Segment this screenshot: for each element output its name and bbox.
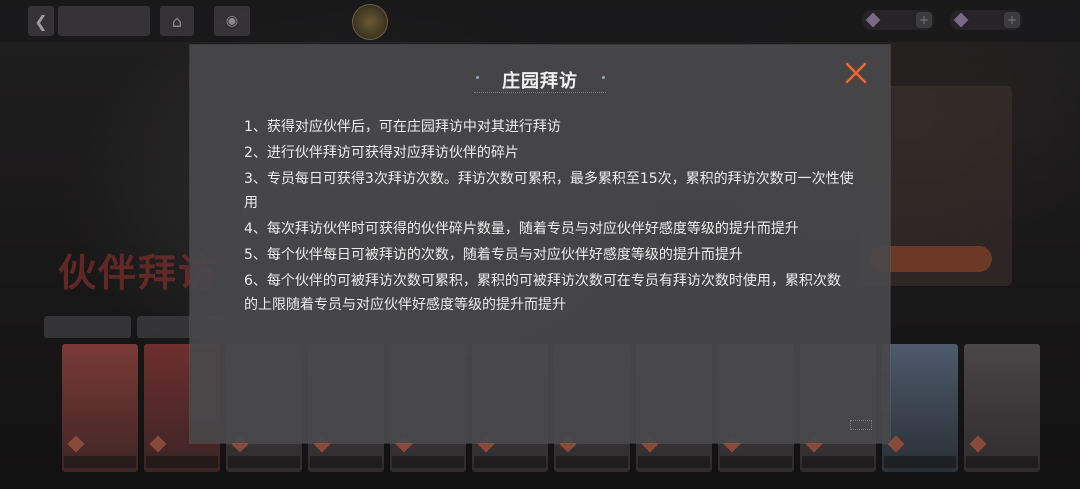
close-x-icon (845, 62, 867, 84)
partner-name-plate (392, 456, 464, 468)
heart-icon (149, 435, 167, 453)
rule-item: 2、进行伙伴拜访可获得对应拜访伙伴的碎片 (244, 145, 519, 161)
add-currency-button-2[interactable]: + (1004, 12, 1020, 28)
partner-name-plate (310, 456, 382, 468)
partner-name-plate (146, 456, 218, 468)
top-bar: ❮ ⌂ ◉ + + (0, 0, 1080, 42)
partner-name-plate (720, 456, 792, 468)
add-currency-button[interactable]: + (916, 12, 932, 28)
partner-name-plate (884, 456, 956, 468)
dialog-title: 庄园拜访 (502, 71, 578, 92)
partner-name-plate (64, 456, 136, 468)
close-button[interactable] (844, 61, 868, 85)
heart-icon (67, 435, 85, 453)
corner-decoration (850, 420, 872, 430)
rule-item: 1、获得对应伙伴后，可在庄园拜访中对其进行拜访 (244, 119, 561, 135)
heart-icon (887, 435, 905, 453)
crystal-icon (953, 12, 969, 28)
gem-icon (865, 12, 881, 28)
top-bar-title (58, 6, 150, 36)
partner-card[interactable] (62, 344, 138, 472)
partner-name-plate (966, 456, 1038, 468)
partner-name-plate (556, 456, 628, 468)
tab-filter-1[interactable] (44, 316, 131, 338)
player-badge[interactable] (352, 4, 388, 40)
partner-name-plate (638, 456, 710, 468)
currency-crystal: + (950, 10, 1022, 30)
currency-gem: + (862, 10, 934, 30)
home-icon[interactable]: ⌂ (160, 6, 194, 36)
partner-name-plate (228, 456, 300, 468)
rule-item: 5、每个伙伴每日可被拜访的次数，随着专员与对应伙伴好感度等级的提升而提升 (244, 247, 743, 263)
back-arrow-icon[interactable]: ❮ (28, 6, 54, 36)
partner-card[interactable] (964, 344, 1040, 472)
rules-dialog: 庄园拜访 1、获得对应伙伴后，可在庄园拜访中对其进行拜访 2、进行伙伴拜访可获得… (190, 45, 890, 443)
partner-name-plate (802, 456, 874, 468)
partner-name-plate (474, 456, 546, 468)
partner-card[interactable] (882, 344, 958, 472)
rule-item: 6、每个伙伴的可被拜访次数可累积，累积的可被拜访次数可在专员有拜访次数时使用，累… (244, 273, 841, 313)
rules-list: 1、获得对应伙伴后，可在庄园拜访中对其进行拜访 2、进行伙伴拜访可获得对应拜访伙… (244, 115, 854, 319)
rule-item: 4、每次拜访伙伴时可获得的伙伴碎片数量，随着专员与对应伙伴好感度等级的提升而提升 (244, 221, 799, 237)
title-underline (474, 92, 606, 93)
title-decoration-dot-right (602, 76, 605, 79)
heart-icon (969, 435, 987, 453)
rule-item: 3、专员每日可获得3次拜访次数。拜访次数可累积，最多累积至15次，累积的拜访次数… (244, 171, 854, 211)
menu-icon[interactable]: ◉ (214, 6, 250, 36)
